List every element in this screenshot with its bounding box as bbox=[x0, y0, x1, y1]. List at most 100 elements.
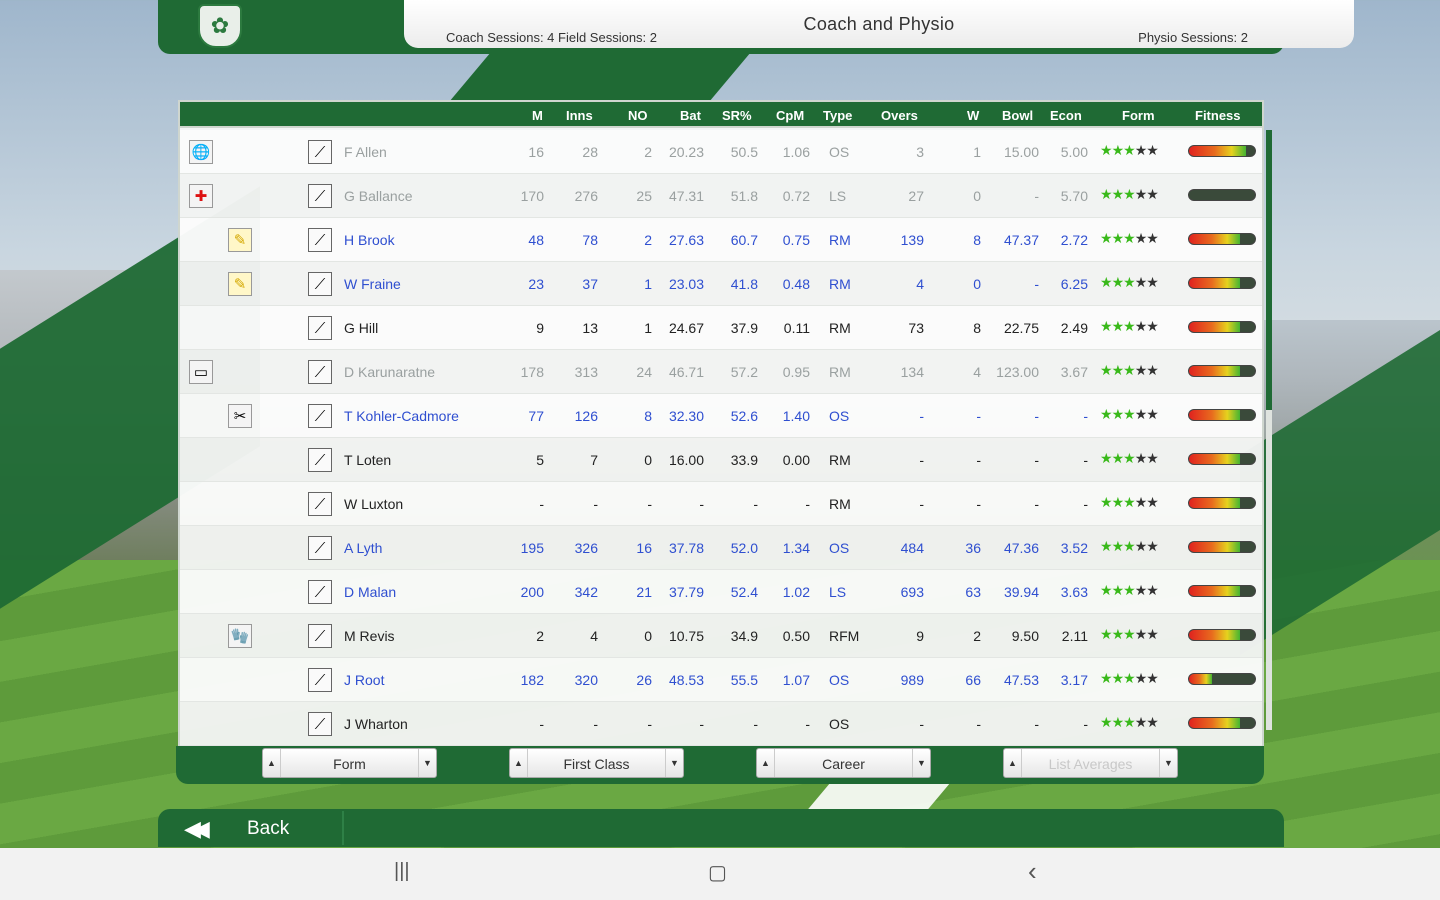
arrow-up-icon[interactable]: ▲ bbox=[263, 749, 281, 777]
back-button[interactable]: ◀◀ Back bbox=[158, 809, 342, 847]
bat-icon[interactable]: ⟋ bbox=[308, 184, 332, 208]
table-row[interactable]: ⟋ A Lyth 195 326 16 37.78 52.0 1.34 OS 484 36 47.36… bbox=[180, 526, 1262, 570]
cell-type: OS bbox=[829, 540, 850, 556]
bat-icon[interactable]: ⟋ bbox=[308, 536, 332, 560]
period-filter[interactable]: ▲ Career ▼ bbox=[756, 748, 931, 778]
bat-icon[interactable]: ⟋ bbox=[308, 624, 332, 648]
col-overs[interactable]: Overs bbox=[881, 108, 918, 123]
competition-filter[interactable]: ▲ First Class ▼ bbox=[509, 748, 684, 778]
table-row[interactable]: ⟋ T Loten 5 7 0 16.00 33.9 0.00 RM - - - - ★★★★★ bbox=[180, 438, 1262, 482]
player-name[interactable]: M Revis bbox=[344, 628, 395, 644]
col-w[interactable]: W bbox=[967, 108, 979, 123]
col-inns[interactable]: Inns bbox=[566, 108, 593, 123]
table-row[interactable]: ⟋ J Wharton - - - - - - OS - - - - ★★★★★ bbox=[180, 702, 1262, 746]
cell-overs: 484 bbox=[900, 540, 924, 556]
back-nav-icon[interactable]: ‹ bbox=[1028, 856, 1037, 887]
home-icon[interactable]: ▢ bbox=[708, 860, 727, 885]
cell-sr: 55.5 bbox=[730, 672, 758, 688]
cell-cpm: 1.34 bbox=[782, 540, 810, 556]
table-row[interactable]: ⟋ J Root 182 320 26 48.53 55.5 1.07 OS 989 66 47.53… bbox=[180, 658, 1262, 702]
recents-icon[interactable]: ||| bbox=[394, 860, 410, 883]
col-sr[interactable]: SR% bbox=[722, 108, 752, 123]
arrow-up-icon[interactable]: ▲ bbox=[510, 749, 528, 777]
bat-icon[interactable]: ⟋ bbox=[308, 272, 332, 296]
fitness-fill bbox=[1189, 542, 1241, 552]
bat-icon[interactable]: ⟋ bbox=[308, 492, 332, 516]
arrow-down-icon[interactable]: ▼ bbox=[912, 749, 930, 777]
pencil-icon[interactable]: ✎ bbox=[228, 228, 252, 252]
keeper-gloves-icon[interactable]: 🧤 bbox=[228, 624, 252, 648]
star-icon: ★ bbox=[1146, 670, 1159, 686]
col-econ[interactable]: Econ bbox=[1050, 108, 1082, 123]
player-name[interactable]: J Root bbox=[344, 672, 384, 688]
player-name[interactable]: H Brook bbox=[344, 232, 395, 248]
player-name[interactable]: W Luxton bbox=[344, 496, 403, 512]
player-name[interactable]: T Loten bbox=[344, 452, 391, 468]
star-icon: ★ bbox=[1146, 274, 1159, 290]
col-bat[interactable]: Bat bbox=[680, 108, 701, 123]
player-name[interactable]: D Karunaratne bbox=[344, 364, 435, 380]
card-icon[interactable]: ▭ bbox=[189, 360, 213, 384]
bat-icon[interactable]: ⟋ bbox=[308, 140, 332, 164]
arrow-up-icon[interactable]: ▲ bbox=[757, 749, 775, 777]
table-scrollbar[interactable] bbox=[1266, 130, 1272, 730]
cell-sr: - bbox=[753, 496, 758, 512]
table-row[interactable]: ✎ ⟋ H Brook 48 78 2 27.63 60.7 0.75 RM 139 8 47.37 2.… bbox=[180, 218, 1262, 262]
bat-icon[interactable]: ⟋ bbox=[308, 404, 332, 428]
fitness-bar bbox=[1188, 145, 1256, 157]
bat-icon[interactable]: ⟋ bbox=[308, 580, 332, 604]
table-row[interactable]: ✂ ⟋ T Kohler-Cadmore 77 126 8 32.30 52.6 1.40 OS -… bbox=[180, 394, 1262, 438]
averages-filter[interactable]: ▲ List Averages ▼ bbox=[1003, 748, 1178, 778]
col-bowl[interactable]: Bowl bbox=[1002, 108, 1033, 123]
col-form[interactable]: Form bbox=[1122, 108, 1155, 123]
cell-sr: 60.7 bbox=[730, 232, 758, 248]
table-row[interactable]: ▭ ⟋ D Karunaratne 178 313 24 46.71 57.2 0.95 RM 13… bbox=[180, 350, 1262, 394]
table-row[interactable]: ⟋ D Malan 200 342 21 37.79 52.4 1.02 LS 693 63 39.9… bbox=[180, 570, 1262, 614]
player-name[interactable]: A Lyth bbox=[344, 540, 382, 556]
fitness-bar bbox=[1188, 453, 1256, 465]
col-fitness[interactable]: Fitness bbox=[1195, 108, 1241, 123]
player-name[interactable]: W Fraine bbox=[344, 276, 401, 292]
table-row[interactable]: ✚ ⟋ G Ballance 170 276 25 47.31 51.8 0.72 LS 27 0 - 5… bbox=[180, 174, 1262, 218]
player-name[interactable]: G Ballance bbox=[344, 188, 412, 204]
player-name[interactable]: G Hill bbox=[344, 320, 378, 336]
cell-econ: 6.25 bbox=[1060, 276, 1088, 292]
table-row[interactable]: 🌐 ⟋ F Allen 16 28 2 20.23 50.5 1.06 OS 3 1 15.00 5.00… bbox=[180, 130, 1262, 174]
bat-icon[interactable]: ⟋ bbox=[308, 316, 332, 340]
bat-icon[interactable]: ⟋ bbox=[308, 228, 332, 252]
table-row[interactable]: 🧤 ⟋ M Revis 2 4 0 10.75 34.9 0.50 RFM 9 2 9.50 2.11 ★★… bbox=[180, 614, 1262, 658]
pencil-icon[interactable]: ✎ bbox=[228, 272, 252, 296]
table-row[interactable]: ✎ ⟋ W Fraine 23 37 1 23.03 41.8 0.48 RM 4 0-6.25 ★★★… bbox=[180, 262, 1262, 306]
cell-overs: 73 bbox=[908, 320, 924, 336]
table-row[interactable]: ⟋ G Hill 9 13 1 24.67 37.9 0.11 RM 73 8 22.75 2.49 ★★… bbox=[180, 306, 1262, 350]
bat-icon[interactable]: ⟋ bbox=[308, 712, 332, 736]
cell-no: 24 bbox=[636, 364, 652, 380]
globe-icon[interactable]: 🌐 bbox=[189, 140, 213, 164]
arrow-down-icon[interactable]: ▼ bbox=[418, 749, 436, 777]
form-stars: ★★★★★ bbox=[1100, 450, 1159, 467]
col-no[interactable]: NO bbox=[628, 108, 648, 123]
medical-cross-icon[interactable]: ✚ bbox=[189, 184, 213, 208]
cell-no: 21 bbox=[636, 584, 652, 600]
bat-icon[interactable]: ⟋ bbox=[308, 360, 332, 384]
scrollbar-thumb[interactable] bbox=[1266, 130, 1272, 410]
table-row[interactable]: ⟋ W Luxton - - - - - - RM - - - - ★★★★★ bbox=[180, 482, 1262, 526]
cell-cpm: 0.95 bbox=[782, 364, 810, 380]
cell-overs: 3 bbox=[916, 144, 924, 160]
arrow-down-icon[interactable]: ▼ bbox=[1159, 749, 1177, 777]
injury-icon[interactable]: ✂ bbox=[228, 404, 252, 428]
player-name[interactable]: D Malan bbox=[344, 584, 396, 600]
arrow-down-icon[interactable]: ▼ bbox=[665, 749, 683, 777]
col-type[interactable]: Type bbox=[823, 108, 852, 123]
bat-icon[interactable]: ⟋ bbox=[308, 448, 332, 472]
arrow-up-icon[interactable]: ▲ bbox=[1004, 749, 1022, 777]
player-name[interactable]: F Allen bbox=[344, 144, 387, 160]
bat-icon[interactable]: ⟋ bbox=[308, 668, 332, 692]
player-name[interactable]: T Kohler-Cadmore bbox=[344, 408, 459, 424]
stat-filter-form[interactable]: ▲ Form ▼ bbox=[262, 748, 437, 778]
star-icon: ★ bbox=[1100, 538, 1113, 554]
col-cpm[interactable]: CpM bbox=[776, 108, 804, 123]
cell-sr: 34.9 bbox=[730, 628, 758, 644]
col-m[interactable]: M bbox=[532, 108, 543, 123]
player-name[interactable]: J Wharton bbox=[344, 716, 408, 732]
